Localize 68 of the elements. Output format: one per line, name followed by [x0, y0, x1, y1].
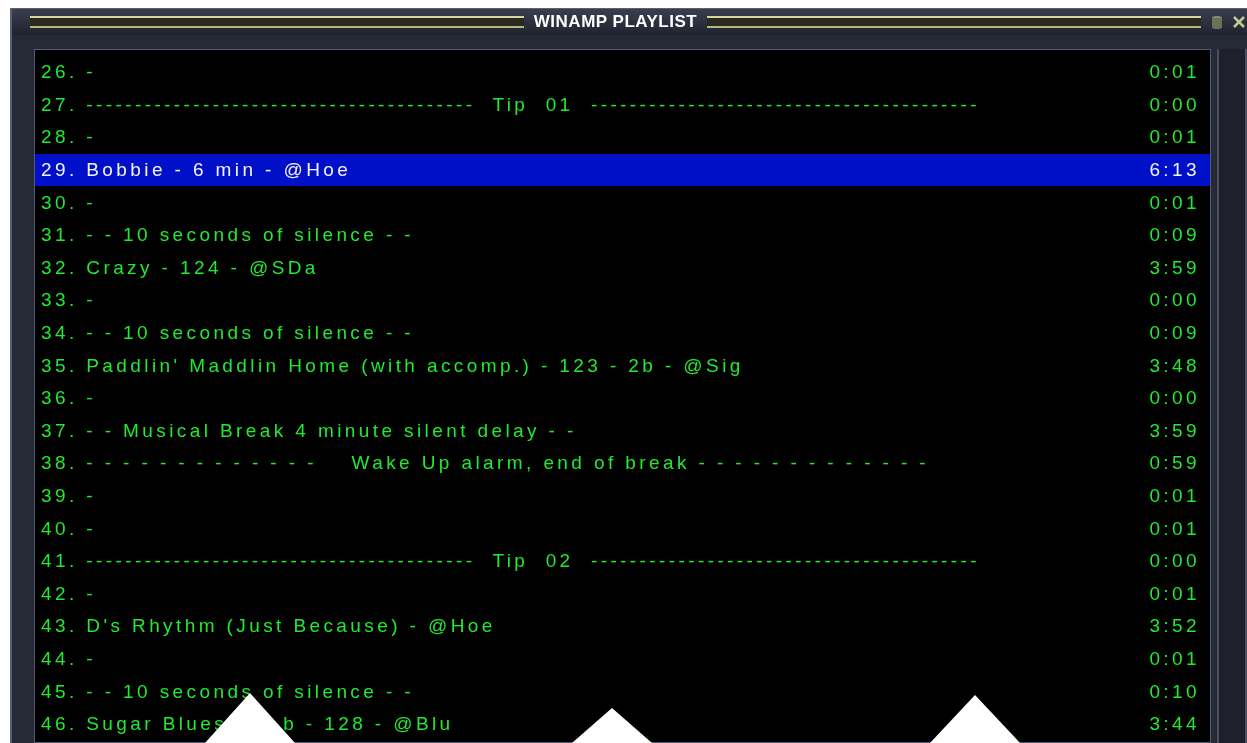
playlist-row[interactable]: 39. - 0:01: [35, 479, 1210, 513]
track-title: 39. -: [41, 485, 97, 507]
track-duration: 0:09: [1149, 322, 1200, 345]
playlist-row[interactable]: 46. Sugar Blues b - 128 - @Blu 3:44: [35, 707, 1210, 741]
track-duration: 3:59: [1149, 256, 1200, 279]
playlist-row[interactable]: 28. - 0:01: [35, 121, 1210, 154]
track-title: 43. D's Rhythm (Just Because) - @Hoe: [41, 615, 496, 638]
track-title: 27. ---------------------------------------- Tip 01 ----------------------------------------: [41, 93, 980, 116]
track-title: 29. Bobbie - 6 min - @Hoe: [41, 159, 352, 182]
playlist-row[interactable]: 27. ---------------------------------------- Tip 01 ---------------------------------------- 0:00: [35, 88, 1210, 122]
track-duration: 0:01: [1149, 485, 1200, 507]
track-title: 45. - - 10 seconds of silence - -: [41, 680, 415, 703]
playlist-row[interactable]: 32. Crazy - 124 - @SDa 3:59: [35, 251, 1210, 285]
playlist-row[interactable]: 40. - 0:01: [35, 512, 1210, 545]
track-duration: 0:59: [1149, 452, 1200, 475]
scrollbar[interactable]: [1217, 49, 1247, 743]
track-duration: 0:09: [1149, 224, 1200, 247]
track-duration: 0:01: [1149, 61, 1200, 84]
playlist-row[interactable]: 26. - 0:01: [35, 56, 1210, 89]
track-title: 32. Crazy - 124 - @SDa: [41, 256, 319, 279]
track-duration: 0:00: [1149, 387, 1200, 410]
track-duration: 0:01: [1149, 191, 1200, 214]
track-duration: 0:10: [1149, 680, 1200, 703]
playlist-row[interactable]: 37. - - Musical Break 4 minute silent delay - - 3:59: [35, 414, 1210, 448]
playlist-row[interactable]: 34. - - 10 seconds of silence - - 0:09: [35, 316, 1210, 350]
playlist-row[interactable]: 31. - - 10 seconds of silence - - 0:09: [35, 218, 1210, 252]
playlist-row[interactable]: 33. - 0:00: [35, 284, 1210, 317]
close-icon[interactable]: [1233, 16, 1245, 28]
shade-icon[interactable]: [1211, 15, 1223, 29]
playlist-row[interactable]: 44. - 0:01: [35, 642, 1210, 676]
playlist-row[interactable]: 43. D's Rhythm (Just Because) - @Hoe 3:52: [35, 610, 1210, 643]
track-duration: 0:01: [1149, 648, 1200, 670]
track-title: 35. Paddlin' Maddlin Home (with accomp.) - 123 - 2b - @Sig: [41, 354, 744, 377]
track-title: 44. -: [41, 648, 97, 670]
track-duration: 6:13: [1149, 159, 1200, 182]
track-title: 36. -: [41, 387, 97, 410]
track-duration: 3:59: [1149, 419, 1200, 442]
track-title: 34. - - 10 seconds of silence - -: [41, 322, 415, 345]
playlist-row[interactable]: 45. - - 10 seconds of silence - - 0:10: [35, 675, 1210, 708]
track-title: 37. - - Musical Break 4 minute silent delay - -: [41, 419, 577, 442]
track-title: 26. -: [41, 61, 97, 84]
track-duration: 0:01: [1149, 517, 1200, 540]
playlist-row[interactable]: 30. - 0:01: [35, 186, 1210, 219]
track-duration: 0:01: [1149, 126, 1200, 149]
track-title: 28. -: [41, 126, 97, 149]
track-title: 42. -: [41, 582, 97, 605]
playlist-row[interactable]: 29. Bobbie - 6 min - @Hoe 6:13: [35, 153, 1210, 187]
playlist-row[interactable]: 41. ---------------------------------------- Tip 02 ---------------------------------------- 0:00: [35, 544, 1210, 578]
track-duration: 0:00: [1149, 550, 1200, 573]
playlist-row[interactable]: 38. - - - - - - - - - - - - - Wake Up alarm, end of break - - - - - - - - - - - - - 0:59: [35, 447, 1210, 480]
track-title: 46. Sugar Blues: [41, 713, 228, 736]
track-duration: 3:52: [1149, 615, 1200, 638]
track-duration: 3:48: [1149, 354, 1200, 377]
track-title: 38. - - - - - - - - - - - - - Wake Up alarm, end of break - - - - - - - - - - - - -: [41, 452, 930, 475]
track-duration: 0:00: [1149, 289, 1200, 312]
playlist-row[interactable]: 36. - 0:00: [35, 381, 1210, 415]
playlist-row[interactable]: 35. Paddlin' Maddlin Home (with accomp.) - 123 - 2b - @Sig 3:48: [35, 349, 1210, 382]
track-duration: 3:44: [1149, 713, 1200, 736]
track-duration: 0:01: [1149, 582, 1200, 605]
track-title: 40. -: [41, 517, 97, 540]
track-title: 41. ---------------------------------------- Tip 02 ----------------------------------------: [41, 550, 980, 573]
playlist-row[interactable]: 42. - 0:01: [35, 577, 1210, 611]
track-title: b - 128 - @Blu: [283, 713, 454, 736]
track-title: 30. -: [41, 191, 97, 214]
track-duration: 0:00: [1149, 93, 1200, 116]
track-title: 31. - - 10 seconds of silence - -: [41, 224, 415, 247]
window-title: WINAMP PLAYLIST: [533, 12, 698, 32]
track-title: 33. -: [41, 289, 97, 312]
